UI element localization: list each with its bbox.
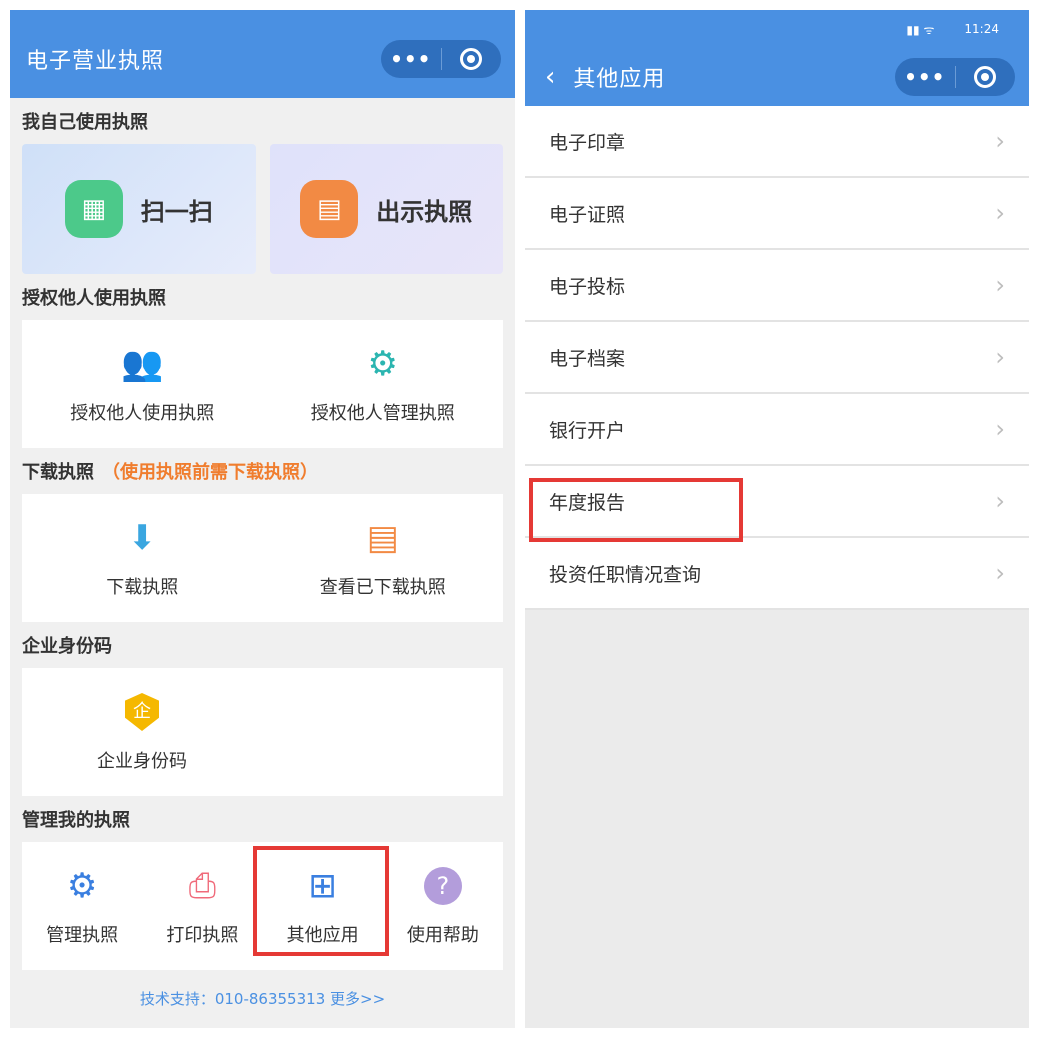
- list-item-label: 电子档案: [549, 347, 626, 370]
- self-use-tiles: ▦ 扫一扫 ▤ 出示执照: [22, 144, 503, 274]
- chevron-right-icon: ›: [995, 343, 1005, 371]
- list-item-label: 电子投标: [549, 275, 626, 298]
- page-title: 其他应用: [573, 67, 666, 92]
- gear-icon: ⚙: [66, 866, 98, 906]
- list-item-label: 电子印章: [549, 131, 626, 154]
- list-item[interactable]: 电子印章 ›: [525, 106, 1029, 178]
- print-license-button[interactable]: ⎙ 打印执照: [142, 842, 262, 970]
- more-button[interactable]: •••: [381, 47, 441, 71]
- authorize-use-label: 授权他人使用执照: [70, 403, 215, 424]
- section-manage: 管理我的执照: [22, 810, 130, 831]
- status-bar: [10, 10, 515, 20]
- id-card-icon: ▤: [300, 180, 359, 238]
- list-item[interactable]: 投资任职情况查询 ›: [525, 538, 1029, 610]
- user-settings-icon: ⚙: [367, 344, 398, 384]
- scan-button[interactable]: ▦ 扫一扫: [22, 144, 256, 274]
- tech-support-link[interactable]: 技术支持：010-86355313 更多>>: [10, 988, 515, 1009]
- more-button[interactable]: •••: [895, 65, 955, 89]
- section-code: 企业身份码: [22, 636, 112, 657]
- chevron-right-icon: ›: [995, 199, 1005, 227]
- code-card: 企 企业身份码: [22, 668, 503, 796]
- qr-code-icon: ▦: [64, 180, 123, 238]
- document-icon: ▤: [366, 518, 399, 558]
- printer-icon: ⎙: [188, 866, 216, 906]
- target-icon: [460, 48, 483, 70]
- chevron-right-icon: ›: [995, 559, 1005, 587]
- download-card: ⬇ 下载执照 ▤ 查看已下载执照: [22, 494, 503, 622]
- section-download: 下载执照 （使用执照前需下载执照）: [10, 448, 515, 494]
- section-authorize: 授权他人使用执照: [22, 288, 166, 309]
- list-item[interactable]: 电子档案 ›: [525, 322, 1029, 394]
- list-item[interactable]: 电子投标 ›: [525, 250, 1029, 322]
- signal-icons: ▮▮ ᯤ: [906, 22, 935, 37]
- enterprise-code-button[interactable]: 企 企业身份码: [22, 668, 262, 796]
- manage-label: 管理执照: [46, 925, 119, 946]
- chevron-right-icon: ›: [995, 271, 1005, 299]
- menu-capsule: •••: [381, 40, 501, 78]
- list-item-label: 投资任职情况查询: [549, 563, 702, 586]
- authorize-manage-button[interactable]: ⚙ 授权他人管理执照: [263, 320, 504, 448]
- help-button[interactable]: ? 使用帮助: [383, 842, 503, 970]
- status-bar: ▮▮ ᯤ 11:24: [525, 10, 1029, 48]
- authorize-use-button[interactable]: 👥 授权他人使用执照: [22, 320, 263, 448]
- highlight-other-apps: [253, 846, 389, 956]
- view-downloaded-label: 查看已下载执照: [319, 577, 446, 598]
- authorize-manage-label: 授权他人管理执照: [310, 403, 455, 424]
- shield-icon: 企: [121, 691, 163, 733]
- highlight-annual-report: [529, 478, 743, 542]
- close-miniapp-button[interactable]: [442, 48, 502, 70]
- target-icon: [974, 66, 997, 88]
- view-downloaded-button[interactable]: ▤ 查看已下载执照: [263, 494, 504, 622]
- menu-capsule: •••: [895, 58, 1015, 96]
- print-label: 打印执照: [166, 925, 239, 946]
- list-item-label: 电子证照: [549, 203, 626, 226]
- chevron-right-icon: ›: [995, 127, 1005, 155]
- help-icon: ?: [422, 865, 464, 907]
- download-note: （使用执照前需下载执照）: [102, 462, 318, 483]
- chevron-right-icon: ›: [995, 487, 1005, 515]
- enterprise-code-label: 企业身份码: [97, 751, 187, 772]
- nav-bar: 电子营业执照 •••: [10, 20, 515, 98]
- authorize-card: 👥 授权他人使用执照 ⚙ 授权他人管理执照: [22, 320, 503, 448]
- nav-bar: ‹ 其他应用 •••: [525, 48, 1029, 106]
- section-self: 我自己使用执照: [22, 112, 148, 133]
- help-label: 使用帮助: [406, 925, 479, 946]
- show-license-label: 出示执照: [376, 197, 473, 226]
- shield-badge-text: 企: [125, 693, 159, 731]
- list-item[interactable]: 电子证照 ›: [525, 178, 1029, 250]
- section-download-title: 下载执照: [22, 462, 94, 483]
- show-license-button[interactable]: ▤ 出示执照: [269, 144, 503, 274]
- manage-license-button[interactable]: ⚙ 管理执照: [22, 842, 142, 970]
- download-label: 下载执照: [106, 577, 179, 598]
- page-title: 电子营业执照: [26, 49, 165, 74]
- scan-label: 扫一扫: [140, 197, 213, 226]
- status-time: 11:24: [964, 22, 999, 36]
- users-icon: 👥: [121, 344, 164, 384]
- list-item[interactable]: 银行开户 ›: [525, 394, 1029, 466]
- download-button[interactable]: ⬇ 下载执照: [22, 494, 263, 622]
- close-miniapp-button[interactable]: [956, 66, 1016, 88]
- list-item-label: 银行开户: [549, 419, 626, 442]
- chevron-right-icon: ›: [995, 415, 1005, 443]
- back-icon[interactable]: ‹: [545, 62, 555, 92]
- download-icon: ⬇: [128, 518, 157, 558]
